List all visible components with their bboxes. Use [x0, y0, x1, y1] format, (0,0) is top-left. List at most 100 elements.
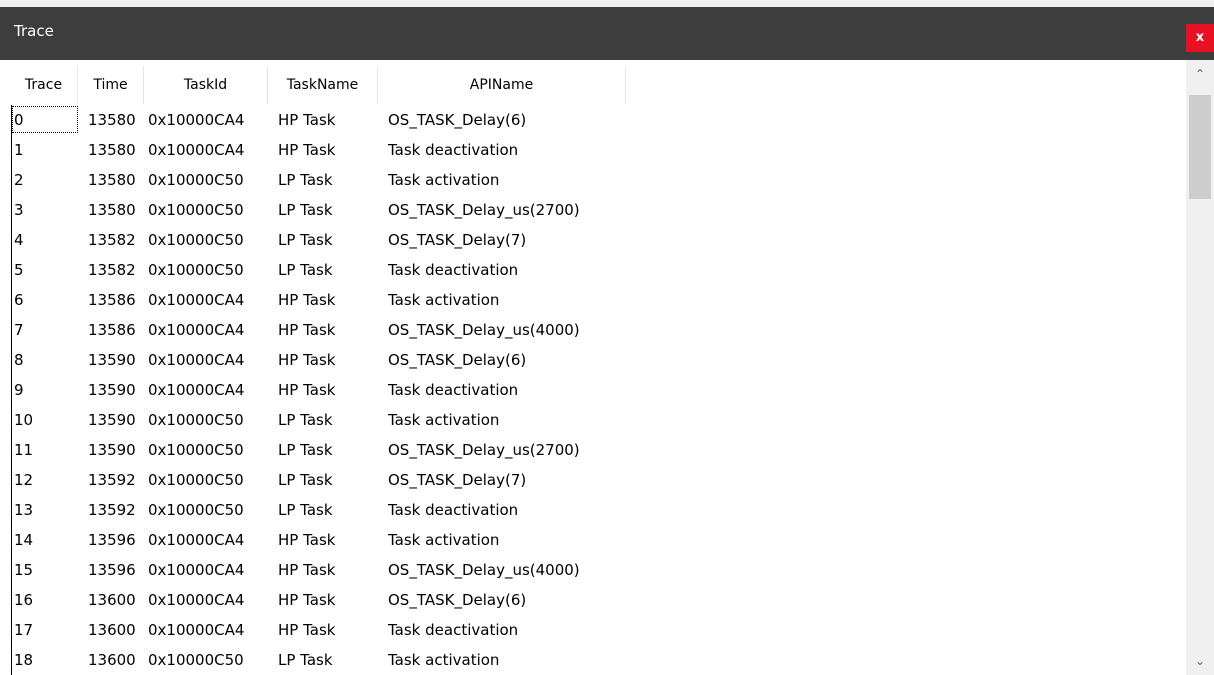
table-row[interactable]: 6 13586 0x10000CA4 HP Task Task activation — [10, 285, 1190, 315]
row-edge — [11, 225, 12, 255]
cell-apiname: Task deactivation — [388, 141, 519, 159]
table-row[interactable]: 2 13580 0x10000C50 LP Task Task activation — [10, 165, 1190, 195]
cell-taskid: 0x10000CA4 — [148, 621, 245, 639]
cell-taskid: 0x10000CA4 — [148, 321, 245, 339]
close-icon: x — [1195, 30, 1205, 45]
row-edge — [11, 285, 12, 315]
cell-apiname: OS_TASK_Delay(6) — [388, 111, 527, 129]
cell-taskid: 0x10000C50 — [148, 411, 244, 429]
titlebar: Trace x — [0, 0, 1214, 60]
cell-trace: 16 — [14, 591, 34, 609]
cell-taskname: LP Task — [278, 471, 333, 489]
cell-taskid: 0x10000C50 — [148, 261, 244, 279]
cell-taskname: HP Task — [278, 531, 336, 549]
vertical-scrollbar[interactable]: ⌃ ⌄ — [1186, 60, 1214, 675]
row-edge — [11, 555, 12, 585]
cell-taskname: HP Task — [278, 111, 336, 129]
table-row[interactable]: 13 13592 0x10000C50 LP Task Task deactivatio… — [10, 495, 1190, 525]
cell-taskid: 0x10000C50 — [148, 471, 244, 489]
cell-trace: 11 — [14, 441, 34, 459]
table-row[interactable]: 18 13600 0x10000C50 LP Task Task activation — [10, 645, 1190, 675]
table-row[interactable]: 15 13596 0x10000CA4 HP Task OS_TASK_Delay_us… — [10, 555, 1190, 585]
cell-taskname: HP Task — [278, 291, 336, 309]
row-edge — [11, 615, 12, 645]
cell-apiname: OS_TASK_Delay(6) — [388, 351, 527, 369]
table-row[interactable]: 9 13590 0x10000CA4 HP Task Task deactivation — [10, 375, 1190, 405]
cell-trace: 1 — [14, 141, 24, 159]
cell-trace: 4 — [14, 231, 24, 249]
cell-apiname: Task deactivation — [388, 501, 519, 519]
cell-taskid: 0x10000CA4 — [148, 561, 245, 579]
cell-taskname: LP Task — [278, 411, 333, 429]
cell-trace: 12 — [14, 471, 34, 489]
scroll-down-button[interactable]: ⌄ — [1186, 647, 1214, 675]
cell-time: 13592 — [88, 471, 136, 489]
cell-trace: 9 — [14, 381, 24, 399]
cell-apiname: Task activation — [388, 411, 500, 429]
cell-taskid: 0x10000CA4 — [148, 141, 245, 159]
scroll-thumb[interactable] — [1189, 95, 1211, 199]
cell-time: 13580 — [88, 111, 136, 129]
cell-taskid: 0x10000CA4 — [148, 351, 245, 369]
cell-apiname: OS_TASK_Delay_us(2700) — [388, 201, 580, 219]
cell-apiname: OS_TASK_Delay(6) — [388, 591, 527, 609]
row-edge — [11, 255, 12, 285]
cell-time: 13586 — [88, 291, 136, 309]
table-row[interactable]: 4 13582 0x10000C50 LP Task OS_TASK_Delay(7) — [10, 225, 1190, 255]
column-header-taskid[interactable]: TaskId — [144, 66, 268, 104]
scroll-up-button[interactable]: ⌃ — [1186, 60, 1214, 88]
table-row[interactable]: 3 13580 0x10000C50 LP Task OS_TASK_Delay_us(… — [10, 195, 1190, 225]
table-row[interactable]: 12 13592 0x10000C50 LP Task OS_TASK_Delay(7) — [10, 465, 1190, 495]
cell-time: 13586 — [88, 321, 136, 339]
cell-apiname: Task deactivation — [388, 261, 519, 279]
cell-trace: 14 — [14, 531, 34, 549]
cell-apiname: Task deactivation — [388, 621, 519, 639]
column-header-time[interactable]: Time — [78, 66, 144, 104]
table-row[interactable]: 16 13600 0x10000CA4 HP Task OS_TASK_Delay(6) — [10, 585, 1190, 615]
cell-time: 13592 — [88, 501, 136, 519]
row-edge — [11, 345, 12, 375]
cell-time: 13580 — [88, 171, 136, 189]
row-edge — [11, 645, 12, 675]
column-header-trace[interactable]: Trace — [10, 66, 78, 104]
cell-apiname: OS_TASK_Delay_us(4000) — [388, 321, 580, 339]
cell-taskid: 0x10000C50 — [148, 501, 244, 519]
cell-trace: 18 — [14, 651, 34, 669]
cell-taskid: 0x10000CA4 — [148, 111, 245, 129]
cell-time: 13596 — [88, 561, 136, 579]
cell-trace: 10 — [14, 411, 34, 429]
trace-window: Trace x Trace Time TaskId TaskName APINa… — [0, 0, 1214, 675]
cell-trace: 6 — [14, 291, 24, 309]
row-edge — [11, 315, 12, 345]
cell-apiname: OS_TASK_Delay_us(4000) — [388, 561, 580, 579]
cell-time: 13596 — [88, 531, 136, 549]
cell-trace: 15 — [14, 561, 34, 579]
table-row[interactable]: 7 13586 0x10000CA4 HP Task OS_TASK_Delay_us(… — [10, 315, 1190, 345]
table-row[interactable]: 8 13590 0x10000CA4 HP Task OS_TASK_Delay(6) — [10, 345, 1190, 375]
row-edge — [11, 525, 12, 555]
cell-taskname: LP Task — [278, 501, 333, 519]
table-row[interactable]: 17 13600 0x10000CA4 HP Task Task deactivatio… — [10, 615, 1190, 645]
trace-list[interactable]: Trace Time TaskId TaskName APIName 0 1358… — [0, 60, 1214, 675]
cell-apiname: Task activation — [388, 651, 500, 669]
table-row[interactable]: 11 13590 0x10000C50 LP Task OS_TASK_Delay_us… — [10, 435, 1190, 465]
cell-taskname: HP Task — [278, 591, 336, 609]
titlebar-bar[interactable]: Trace — [0, 7, 1214, 60]
table-row[interactable]: 1 13580 0x10000CA4 HP Task Task deactivation — [10, 135, 1190, 165]
table-row[interactable]: 10 13590 0x10000C50 LP Task Task activation — [10, 405, 1190, 435]
column-header-taskname[interactable]: TaskName — [268, 66, 378, 104]
table-row[interactable]: 14 13596 0x10000CA4 HP Task Task activation — [10, 525, 1190, 555]
cell-taskname: LP Task — [278, 651, 333, 669]
cell-trace: 5 — [14, 261, 24, 279]
cell-time: 13580 — [88, 201, 136, 219]
cell-time: 13590 — [88, 381, 136, 399]
close-button[interactable]: x — [1186, 24, 1214, 52]
cell-taskid: 0x10000C50 — [148, 231, 244, 249]
column-header-apiname[interactable]: APIName — [378, 66, 626, 104]
cell-apiname: Task activation — [388, 291, 500, 309]
table-row[interactable]: 0 13580 0x10000CA4 HP Task OS_TASK_Delay(6) — [10, 105, 1190, 135]
row-edge — [11, 405, 12, 435]
row-edge — [11, 375, 12, 405]
cell-time: 13580 — [88, 141, 136, 159]
table-row[interactable]: 5 13582 0x10000C50 LP Task Task deactivation — [10, 255, 1190, 285]
